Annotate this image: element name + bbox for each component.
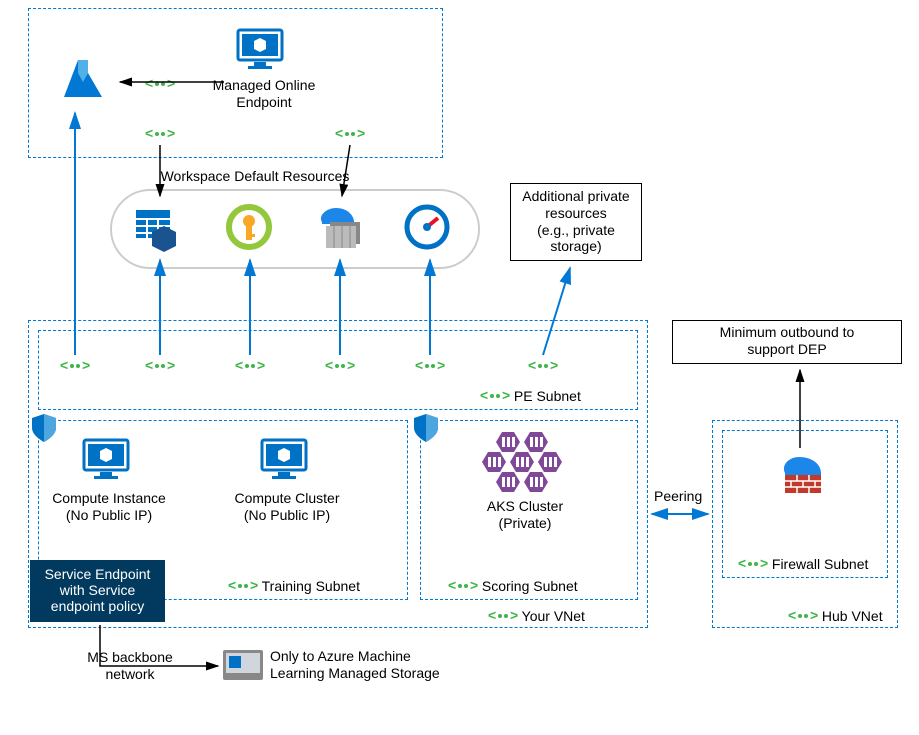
outbound-box: Minimum outbound to support DEP bbox=[672, 320, 902, 364]
firewall-subnet-label: Firewall Subnet bbox=[738, 556, 868, 573]
service-endpoint-policy: Service Endpoint with Service endpoint p… bbox=[30, 560, 165, 622]
managed-storage-icon bbox=[223, 650, 263, 684]
hub-vnet-label: Hub VNet bbox=[788, 608, 883, 625]
ms-backbone-label: MS backbone network bbox=[80, 649, 180, 683]
your-vnet-label: Your VNet bbox=[488, 608, 585, 625]
pe-subnet-label: PE Subnet bbox=[480, 388, 581, 405]
compute-cluster-label: Compute Cluster (No Public IP) bbox=[222, 490, 352, 524]
resources-pill bbox=[110, 189, 480, 269]
managed-storage-label: Only to Azure Machine Learning Managed S… bbox=[270, 648, 440, 682]
scoring-subnet-label: Scoring Subnet bbox=[448, 578, 578, 595]
aks-cluster-label: AKS Cluster (Private) bbox=[470, 498, 580, 532]
compute-instance-label: Compute Instance (No Public IP) bbox=[44, 490, 174, 524]
peering-label: Peering bbox=[654, 488, 702, 505]
managed-endpoint-label: Managed Online Endpoint bbox=[200, 77, 328, 111]
private-resources-box: Additional private resources (e.g., priv… bbox=[510, 183, 642, 261]
resources-header: Workspace Default Resources bbox=[155, 168, 355, 185]
training-subnet-label: Training Subnet bbox=[228, 578, 360, 595]
